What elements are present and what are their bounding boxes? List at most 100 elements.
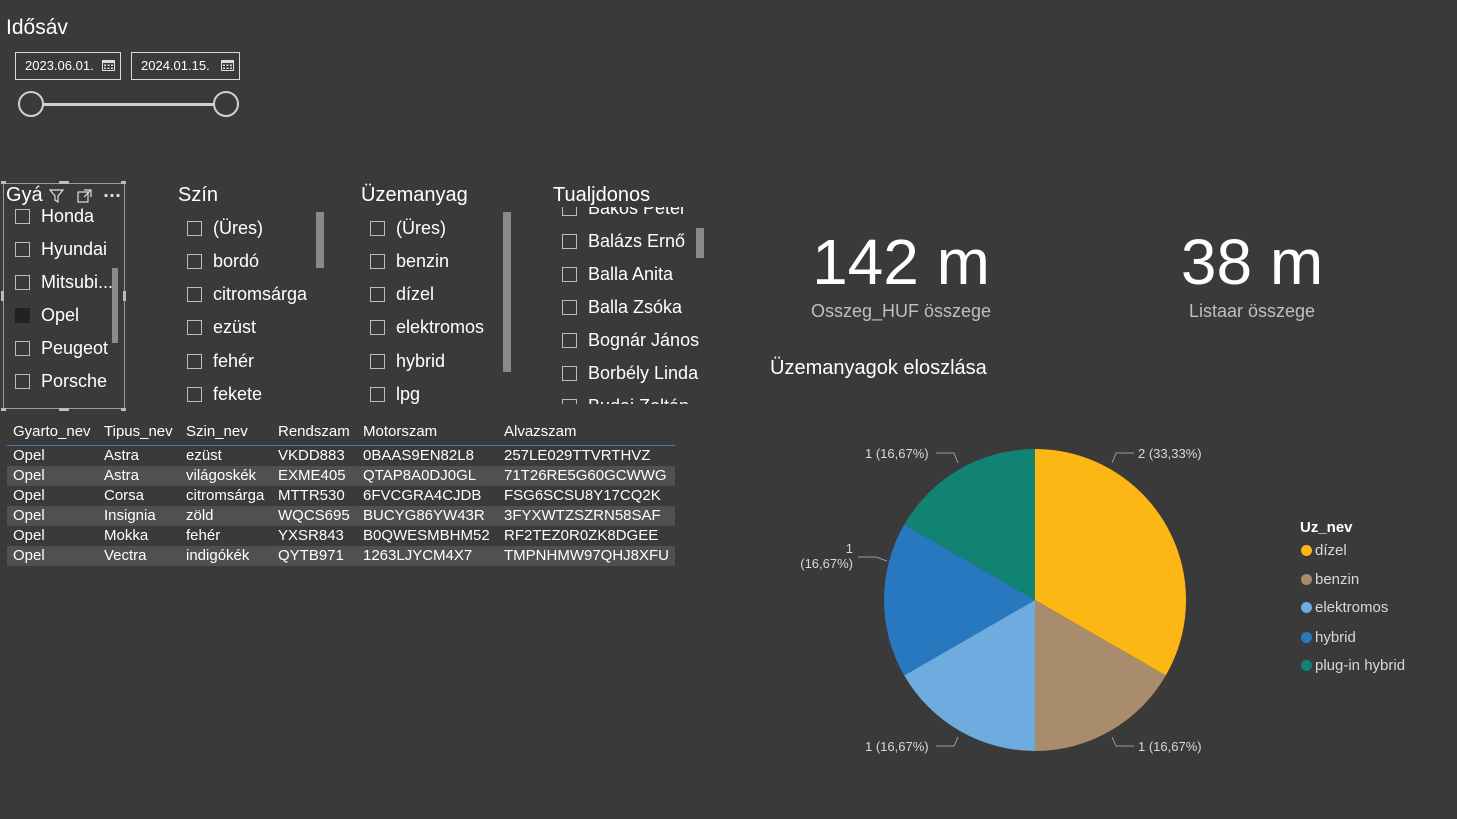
calendar-icon[interactable] (102, 59, 115, 71)
checkbox[interactable] (187, 287, 202, 302)
checkbox[interactable] (187, 221, 202, 236)
legend-item-hybrid[interactable]: hybrid (1301, 629, 1356, 646)
column-header[interactable]: Alvazszam (498, 417, 676, 446)
checkbox[interactable] (562, 207, 577, 216)
checkbox[interactable] (562, 234, 577, 249)
checkbox[interactable] (562, 300, 577, 315)
start-date-value: 2023.06.01. (25, 58, 94, 73)
slicer-item-dizel[interactable]: dízel (370, 278, 434, 311)
tulajdonos-scrollbar[interactable] (696, 228, 704, 258)
legend-item-plug-in-hybrid[interactable]: plug-in hybrid (1301, 657, 1405, 674)
filter-icon[interactable] (49, 189, 64, 203)
checkbox-checked[interactable] (15, 308, 30, 323)
slicer-item-balla-zsoka[interactable]: Balla Zsóka (562, 291, 682, 324)
date-range-slider-track[interactable] (32, 103, 227, 106)
column-header[interactable]: Szin_nev (180, 417, 272, 446)
table-cell: 3FYXWTZSZRN58SAF (498, 506, 676, 526)
checkbox[interactable] (562, 399, 577, 404)
data-label-hybrid: 1 (16,67%) (798, 541, 853, 571)
slicer-item-bakos-peter[interactable]: Bakos Péter (562, 207, 686, 225)
slicer-item-fekete[interactable]: fekete (187, 378, 262, 407)
table-row[interactable]: Opel Astra ezüst VKDD883 0BAAS9EN82L8 257LE02… (7, 446, 675, 467)
date-range-start-handle[interactable] (18, 91, 44, 117)
table-row[interactable]: Opel Astra világoskék EXME405 QTAP8A0DJ0GL 71… (7, 466, 676, 486)
checkbox[interactable] (562, 366, 577, 381)
slicer-item-hyundai[interactable]: Hyundai (15, 233, 107, 266)
szin-slicer-list: (Üres) bordó citromsárga ezüst fehér fek… (187, 212, 312, 407)
data-label-plugin-hybrid: 1 (16,67%) (865, 446, 929, 461)
checkbox[interactable] (187, 254, 202, 269)
table-cell: Astra (104, 447, 140, 464)
checkbox[interactable] (187, 354, 202, 369)
start-date-input[interactable]: 2023.06.01. (15, 52, 121, 80)
resize-handle-corner[interactable] (121, 408, 126, 411)
slicer-item-citromsarga[interactable]: citromsárga (187, 278, 307, 311)
checkbox[interactable] (15, 275, 30, 290)
slicer-item-balazs-erno[interactable]: Balázs Ernő (562, 225, 685, 258)
column-header[interactable]: Gyarto_nev (7, 417, 98, 446)
end-date-input[interactable]: 2024.01.15. (131, 52, 240, 80)
resize-handle-top[interactable] (59, 181, 69, 184)
checkbox[interactable] (370, 387, 385, 402)
checkbox[interactable] (15, 209, 30, 224)
table-row[interactable]: Opel Vectra indigókék QYTB971 1263LJYCM4X7 TM… (7, 546, 676, 566)
legend-item-dizel[interactable]: dízel (1301, 542, 1347, 559)
column-header[interactable]: Tipus_nev (98, 417, 180, 446)
resize-handle-right[interactable] (123, 291, 126, 301)
slicer-item-bordo[interactable]: bordó (187, 245, 259, 278)
slicer-item-budai-zoltan[interactable]: Budai Zoltán (562, 390, 689, 404)
slicer-item-ezust[interactable]: ezüst (187, 311, 256, 344)
resize-handle-bottom[interactable] (59, 408, 69, 411)
slicer-item-ures[interactable]: (Üres) (370, 212, 446, 245)
resize-handle-left[interactable] (1, 291, 4, 301)
gyarto-scrollbar[interactable] (112, 268, 118, 343)
checkbox[interactable] (370, 254, 385, 269)
szin-scrollbar[interactable] (316, 212, 324, 268)
slicer-item-lpg[interactable]: lpg (370, 378, 420, 407)
uzemanyag-scrollbar[interactable] (503, 212, 511, 372)
more-options-icon[interactable] (104, 193, 120, 198)
slicer-item-peugeot[interactable]: Peugeot (15, 332, 108, 365)
checkbox[interactable] (562, 333, 577, 348)
legend-title: Uz_nev (1300, 519, 1353, 536)
slicer-item-ures[interactable]: (Üres) (187, 212, 263, 245)
slicer-item-opel[interactable]: Opel (15, 299, 79, 332)
gyarto-slicer-title: Gyá (6, 184, 43, 206)
slicer-item-mitsubishi[interactable]: Mitsubi... (15, 266, 113, 299)
focus-mode-icon[interactable] (77, 189, 92, 203)
column-header[interactable]: Motorszam (357, 417, 498, 446)
legend-item-elektromos[interactable]: elektromos (1301, 599, 1388, 616)
resize-handle-corner[interactable] (121, 181, 126, 184)
checkbox[interactable] (370, 221, 385, 236)
checkbox[interactable] (15, 242, 30, 257)
checkbox[interactable] (370, 320, 385, 335)
checkbox[interactable] (15, 341, 30, 356)
slicer-item-hybrid[interactable]: hybrid (370, 345, 445, 378)
column-header[interactable]: Rendszam (272, 417, 357, 446)
slicer-item-elektromos[interactable]: elektromos (370, 311, 484, 344)
checkbox[interactable] (187, 387, 202, 402)
slicer-item-honda[interactable]: Honda (15, 207, 94, 233)
legend-label: benzin (1315, 571, 1360, 588)
checkbox[interactable] (562, 267, 577, 282)
legend-marker (1301, 660, 1312, 671)
checkbox[interactable] (15, 374, 30, 389)
date-range-end-handle[interactable] (213, 91, 239, 117)
checkbox[interactable] (370, 354, 385, 369)
resize-handle-corner[interactable] (1, 408, 6, 411)
legend-item-benzin[interactable]: benzin (1301, 571, 1359, 588)
calendar-icon[interactable] (221, 59, 234, 71)
slicer-item-borbely-linda[interactable]: Borbély Linda (562, 357, 698, 390)
checkbox[interactable] (187, 320, 202, 335)
table-cell: VKDD883 (278, 447, 345, 464)
slicer-item-feher[interactable]: fehér (187, 345, 254, 378)
table-row[interactable]: Opel Mokka fehér YXSR843 B0QWESMBHM52 RF2TEZ0… (7, 526, 675, 546)
table-row[interactable]: Opel Insignia zöld WQCS695 BUCYG86YW43R 3FYXW… (7, 506, 676, 526)
table-row[interactable]: Opel Corsa citromsárga MTTR530 6FVCGRA4CJDB F… (7, 486, 675, 506)
slicer-item-bognar-janos[interactable]: Bognár János (562, 324, 699, 357)
checkbox[interactable] (370, 287, 385, 302)
slicer-item-benzin[interactable]: benzin (370, 245, 449, 278)
slicer-item-balla-anita[interactable]: Balla Anita (562, 258, 673, 291)
slicer-item-porsche[interactable]: Porsche (15, 365, 107, 398)
table-cell: indigókék (180, 546, 272, 566)
